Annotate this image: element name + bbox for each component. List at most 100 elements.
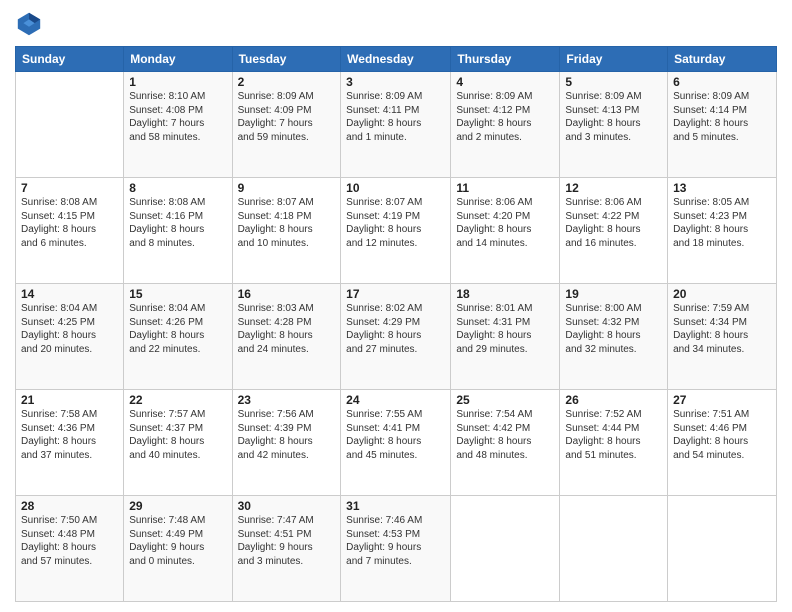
day-number: 3 — [346, 75, 445, 89]
calendar-cell — [16, 72, 124, 178]
calendar-cell: 1Sunrise: 8:10 AM Sunset: 4:08 PM Daylig… — [124, 72, 232, 178]
calendar-cell: 29Sunrise: 7:48 AM Sunset: 4:49 PM Dayli… — [124, 496, 232, 602]
calendar-cell — [668, 496, 777, 602]
calendar-cell: 14Sunrise: 8:04 AM Sunset: 4:25 PM Dayli… — [16, 284, 124, 390]
calendar-cell: 8Sunrise: 8:08 AM Sunset: 4:16 PM Daylig… — [124, 178, 232, 284]
calendar-cell: 22Sunrise: 7:57 AM Sunset: 4:37 PM Dayli… — [124, 390, 232, 496]
day-number: 21 — [21, 393, 118, 407]
day-info: Sunrise: 7:46 AM Sunset: 4:53 PM Dayligh… — [346, 514, 445, 568]
day-number: 5 — [565, 75, 662, 89]
day-number: 11 — [456, 181, 554, 195]
day-number: 30 — [238, 499, 336, 513]
week-row-2: 7Sunrise: 8:08 AM Sunset: 4:15 PM Daylig… — [16, 178, 777, 284]
day-number: 26 — [565, 393, 662, 407]
day-info: Sunrise: 8:06 AM Sunset: 4:20 PM Dayligh… — [456, 196, 554, 250]
day-info: Sunrise: 8:09 AM Sunset: 4:11 PM Dayligh… — [346, 90, 445, 144]
header — [15, 10, 777, 38]
day-info: Sunrise: 8:03 AM Sunset: 4:28 PM Dayligh… — [238, 302, 336, 356]
day-number: 28 — [21, 499, 118, 513]
calendar-cell: 28Sunrise: 7:50 AM Sunset: 4:48 PM Dayli… — [16, 496, 124, 602]
day-number: 1 — [129, 75, 226, 89]
weekday-header-tuesday: Tuesday — [232, 47, 341, 72]
calendar-cell: 3Sunrise: 8:09 AM Sunset: 4:11 PM Daylig… — [341, 72, 451, 178]
day-number: 22 — [129, 393, 226, 407]
day-info: Sunrise: 7:56 AM Sunset: 4:39 PM Dayligh… — [238, 408, 336, 462]
calendar-cell: 18Sunrise: 8:01 AM Sunset: 4:31 PM Dayli… — [451, 284, 560, 390]
day-info: Sunrise: 8:01 AM Sunset: 4:31 PM Dayligh… — [456, 302, 554, 356]
weekday-header-saturday: Saturday — [668, 47, 777, 72]
day-info: Sunrise: 8:05 AM Sunset: 4:23 PM Dayligh… — [673, 196, 771, 250]
day-info: Sunrise: 8:09 AM Sunset: 4:09 PM Dayligh… — [238, 90, 336, 144]
day-info: Sunrise: 8:08 AM Sunset: 4:16 PM Dayligh… — [129, 196, 226, 250]
day-number: 27 — [673, 393, 771, 407]
day-number: 25 — [456, 393, 554, 407]
day-number: 17 — [346, 287, 445, 301]
calendar-cell: 10Sunrise: 8:07 AM Sunset: 4:19 PM Dayli… — [341, 178, 451, 284]
day-info: Sunrise: 7:55 AM Sunset: 4:41 PM Dayligh… — [346, 408, 445, 462]
day-info: Sunrise: 7:48 AM Sunset: 4:49 PM Dayligh… — [129, 514, 226, 568]
calendar-cell: 25Sunrise: 7:54 AM Sunset: 4:42 PM Dayli… — [451, 390, 560, 496]
weekday-header-friday: Friday — [560, 47, 668, 72]
day-info: Sunrise: 7:54 AM Sunset: 4:42 PM Dayligh… — [456, 408, 554, 462]
week-row-5: 28Sunrise: 7:50 AM Sunset: 4:48 PM Dayli… — [16, 496, 777, 602]
day-info: Sunrise: 8:04 AM Sunset: 4:26 PM Dayligh… — [129, 302, 226, 356]
weekday-header-monday: Monday — [124, 47, 232, 72]
day-number: 10 — [346, 181, 445, 195]
day-info: Sunrise: 8:02 AM Sunset: 4:29 PM Dayligh… — [346, 302, 445, 356]
day-info: Sunrise: 8:06 AM Sunset: 4:22 PM Dayligh… — [565, 196, 662, 250]
day-number: 7 — [21, 181, 118, 195]
day-info: Sunrise: 8:00 AM Sunset: 4:32 PM Dayligh… — [565, 302, 662, 356]
calendar-cell: 26Sunrise: 7:52 AM Sunset: 4:44 PM Dayli… — [560, 390, 668, 496]
calendar-cell: 20Sunrise: 7:59 AM Sunset: 4:34 PM Dayli… — [668, 284, 777, 390]
calendar-body: 1Sunrise: 8:10 AM Sunset: 4:08 PM Daylig… — [16, 72, 777, 602]
calendar-cell: 11Sunrise: 8:06 AM Sunset: 4:20 PM Dayli… — [451, 178, 560, 284]
calendar-cell: 27Sunrise: 7:51 AM Sunset: 4:46 PM Dayli… — [668, 390, 777, 496]
day-info: Sunrise: 8:09 AM Sunset: 4:12 PM Dayligh… — [456, 90, 554, 144]
day-info: Sunrise: 7:52 AM Sunset: 4:44 PM Dayligh… — [565, 408, 662, 462]
calendar-cell: 21Sunrise: 7:58 AM Sunset: 4:36 PM Dayli… — [16, 390, 124, 496]
day-info: Sunrise: 7:50 AM Sunset: 4:48 PM Dayligh… — [21, 514, 118, 568]
day-info: Sunrise: 7:51 AM Sunset: 4:46 PM Dayligh… — [673, 408, 771, 462]
day-info: Sunrise: 7:47 AM Sunset: 4:51 PM Dayligh… — [238, 514, 336, 568]
week-row-4: 21Sunrise: 7:58 AM Sunset: 4:36 PM Dayli… — [16, 390, 777, 496]
calendar-cell: 17Sunrise: 8:02 AM Sunset: 4:29 PM Dayli… — [341, 284, 451, 390]
day-info: Sunrise: 7:57 AM Sunset: 4:37 PM Dayligh… — [129, 408, 226, 462]
day-number: 8 — [129, 181, 226, 195]
day-number: 29 — [129, 499, 226, 513]
calendar-cell: 30Sunrise: 7:47 AM Sunset: 4:51 PM Dayli… — [232, 496, 341, 602]
calendar-cell: 12Sunrise: 8:06 AM Sunset: 4:22 PM Dayli… — [560, 178, 668, 284]
calendar-cell — [560, 496, 668, 602]
day-info: Sunrise: 8:07 AM Sunset: 4:19 PM Dayligh… — [346, 196, 445, 250]
day-number: 9 — [238, 181, 336, 195]
day-number: 24 — [346, 393, 445, 407]
calendar-cell: 13Sunrise: 8:05 AM Sunset: 4:23 PM Dayli… — [668, 178, 777, 284]
calendar-table: SundayMondayTuesdayWednesdayThursdayFrid… — [15, 46, 777, 602]
calendar-cell: 24Sunrise: 7:55 AM Sunset: 4:41 PM Dayli… — [341, 390, 451, 496]
day-number: 13 — [673, 181, 771, 195]
calendar-cell: 6Sunrise: 8:09 AM Sunset: 4:14 PM Daylig… — [668, 72, 777, 178]
calendar-header: SundayMondayTuesdayWednesdayThursdayFrid… — [16, 47, 777, 72]
calendar-cell: 2Sunrise: 8:09 AM Sunset: 4:09 PM Daylig… — [232, 72, 341, 178]
weekday-header-thursday: Thursday — [451, 47, 560, 72]
calendar-cell: 9Sunrise: 8:07 AM Sunset: 4:18 PM Daylig… — [232, 178, 341, 284]
day-info: Sunrise: 7:59 AM Sunset: 4:34 PM Dayligh… — [673, 302, 771, 356]
calendar-cell: 23Sunrise: 7:56 AM Sunset: 4:39 PM Dayli… — [232, 390, 341, 496]
day-number: 15 — [129, 287, 226, 301]
day-number: 12 — [565, 181, 662, 195]
day-number: 2 — [238, 75, 336, 89]
calendar-cell: 19Sunrise: 8:00 AM Sunset: 4:32 PM Dayli… — [560, 284, 668, 390]
logo-icon — [15, 10, 43, 38]
day-info: Sunrise: 8:10 AM Sunset: 4:08 PM Dayligh… — [129, 90, 226, 144]
day-number: 4 — [456, 75, 554, 89]
day-info: Sunrise: 8:09 AM Sunset: 4:13 PM Dayligh… — [565, 90, 662, 144]
weekday-header-wednesday: Wednesday — [341, 47, 451, 72]
calendar-cell: 31Sunrise: 7:46 AM Sunset: 4:53 PM Dayli… — [341, 496, 451, 602]
calendar-cell — [451, 496, 560, 602]
day-number: 20 — [673, 287, 771, 301]
weekday-header-sunday: Sunday — [16, 47, 124, 72]
calendar-cell: 15Sunrise: 8:04 AM Sunset: 4:26 PM Dayli… — [124, 284, 232, 390]
day-info: Sunrise: 8:08 AM Sunset: 4:15 PM Dayligh… — [21, 196, 118, 250]
day-number: 6 — [673, 75, 771, 89]
day-number: 18 — [456, 287, 554, 301]
calendar-cell: 16Sunrise: 8:03 AM Sunset: 4:28 PM Dayli… — [232, 284, 341, 390]
